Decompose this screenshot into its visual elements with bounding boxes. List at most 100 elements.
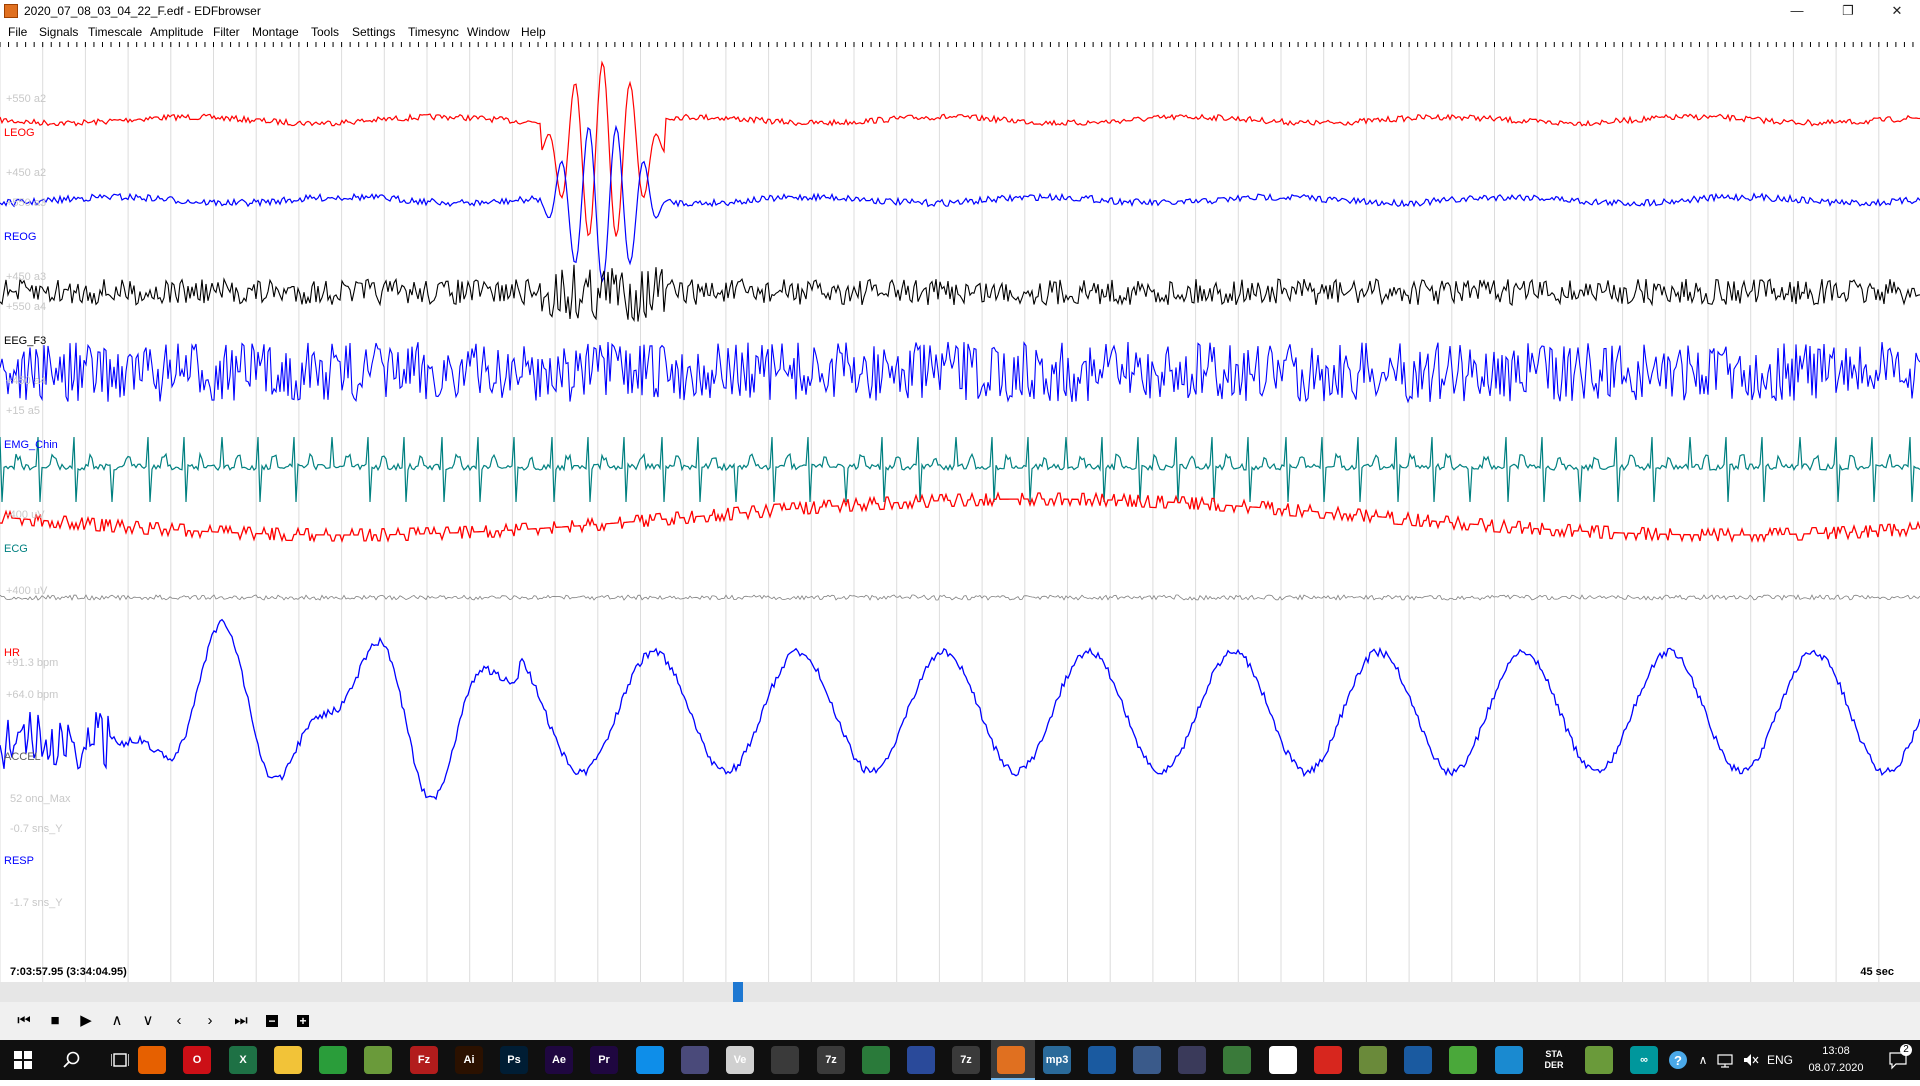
edfbrowser-icon[interactable]	[997, 1046, 1025, 1074]
menu-signals[interactable]: Signals	[39, 25, 78, 39]
time-scrollbar-thumb[interactable]	[733, 982, 743, 1002]
time-scrollbar[interactable]	[0, 982, 1920, 1002]
zoom-in-button[interactable]: +	[291, 1009, 315, 1033]
visual-editor-icon[interactable]: Ve	[726, 1046, 754, 1074]
language-indicator[interactable]: ENG	[1764, 1040, 1796, 1080]
opera-icon[interactable]: O	[183, 1046, 211, 1074]
menu-filter[interactable]: Filter	[213, 25, 240, 39]
menu-tools[interactable]: Tools	[311, 25, 339, 39]
volume-muted-icon[interactable]	[1740, 1040, 1762, 1080]
minimize-button[interactable]: —	[1774, 0, 1820, 22]
signal-label-accel[interactable]: ACCEL	[4, 751, 41, 763]
play-button[interactable]: ▶	[74, 1009, 98, 1033]
7zip-icon[interactable]: 7z	[817, 1046, 845, 1074]
after-effects-icon[interactable]: Ae	[545, 1046, 573, 1074]
time-position: 7:03:57.95 (3:34:04.95)	[10, 966, 127, 978]
close-button[interactable]: ✕	[1874, 0, 1920, 22]
premiere-icon[interactable]: Pr	[590, 1046, 618, 1074]
trace-leog	[0, 60, 1920, 237]
clock-time: 13:08	[1822, 1045, 1850, 1057]
menu-help[interactable]: Help	[521, 25, 546, 39]
menu-window[interactable]: Window	[467, 25, 510, 39]
signal-label-resp[interactable]: RESP	[4, 855, 34, 867]
menu-montage[interactable]: Montage	[252, 25, 299, 39]
amplitude-scale-labels: +550 a2 +450 a2 +550 a3 +450 a3 +550 a4 …	[6, 93, 71, 909]
illustrator-icon[interactable]: Ai	[455, 1046, 483, 1074]
app-icon[interactable]	[771, 1046, 799, 1074]
taskbar-app-glyph: Ve	[733, 1054, 747, 1066]
teamviewer-icon[interactable]	[636, 1046, 664, 1074]
page-back-button[interactable]: ‹	[167, 1009, 191, 1033]
task-view-button[interactable]	[104, 1040, 136, 1080]
notepad-icon[interactable]	[364, 1046, 392, 1074]
menu-file[interactable]: File	[8, 25, 27, 39]
go-to-end-button[interactable]: ⏭	[229, 1009, 253, 1033]
torrent-icon[interactable]	[1449, 1046, 1477, 1074]
help-icon[interactable]: ?	[1664, 1040, 1692, 1080]
scale-label: -400 uV	[6, 509, 45, 521]
caret-down-icon: ∨	[142, 1012, 154, 1029]
signal-plot-area[interactable]: +550 a2 +450 a2 +550 a3 +450 a3 +550 a4 …	[0, 42, 1920, 982]
caret-down-button[interactable]: ∨	[136, 1009, 160, 1033]
signal-label-hr[interactable]: HR	[4, 647, 20, 659]
caret-up-button[interactable]: ∧	[105, 1009, 129, 1033]
trace-emg-chin	[0, 341, 1920, 404]
menu-timesync[interactable]: Timesync	[408, 25, 459, 39]
zoom-out-button[interactable]: −	[260, 1009, 284, 1033]
app-icon[interactable]	[1404, 1046, 1432, 1074]
taskbar-app-glyph: Ai	[463, 1054, 475, 1066]
filezilla-icon[interactable]: Fz	[410, 1046, 438, 1074]
network-tray-icon[interactable]	[1714, 1040, 1736, 1080]
unity-icon[interactable]	[1269, 1046, 1297, 1074]
signal-traces-group	[0, 60, 1920, 801]
menu-bar: File Signals Timescale Amplitude Filter …	[0, 22, 1920, 42]
signal-label-eeg-f3[interactable]: EEG_F3	[4, 335, 46, 347]
clock[interactable]: 13:08 08.07.2020	[1796, 1043, 1876, 1077]
signal-label-emg-chin[interactable]: EMG_Chin	[4, 439, 58, 451]
scale-label: 52 ono_Max	[10, 793, 71, 805]
calculator-icon[interactable]	[1133, 1046, 1161, 1074]
caret-up-icon: ∧	[111, 1012, 123, 1029]
android-icon[interactable]	[1223, 1046, 1251, 1074]
firefox-icon[interactable]	[138, 1046, 166, 1074]
excel-icon[interactable]: X	[229, 1046, 257, 1074]
chrome-icon[interactable]	[319, 1046, 347, 1074]
scale-label: -0.7 sns_Y	[10, 823, 63, 835]
page-back-icon: ‹	[176, 1012, 182, 1029]
stader-icon[interactable]: STA DER	[1540, 1046, 1568, 1074]
app-icon[interactable]	[1495, 1046, 1523, 1074]
menu-timescale[interactable]: Timescale	[88, 25, 142, 39]
scale-label: +15 a5	[6, 405, 40, 417]
network-config-icon[interactable]	[907, 1046, 935, 1074]
menu-amplitude[interactable]: Amplitude	[150, 25, 203, 39]
7zip-icon[interactable]: 7z	[952, 1046, 980, 1074]
notepad-icon[interactable]	[1585, 1046, 1613, 1074]
anydesk-icon[interactable]	[1314, 1046, 1342, 1074]
mp3-icon[interactable]: mp3	[1043, 1046, 1071, 1074]
window-icon[interactable]	[1088, 1046, 1116, 1074]
start-button[interactable]	[0, 1040, 46, 1080]
taskbar-app-glyph: O	[192, 1054, 202, 1066]
taskbar-app-glyph: Fz	[417, 1054, 431, 1066]
file-explorer-icon[interactable]	[274, 1046, 302, 1074]
signal-label-ecg[interactable]: ECG	[4, 543, 28, 555]
page-forward-button[interactable]: ›	[198, 1009, 222, 1033]
taskbar-app-glyph: 7z	[825, 1054, 837, 1066]
stop-button[interactable]: ■	[43, 1009, 67, 1033]
app-icon[interactable]	[1359, 1046, 1387, 1074]
app-icon[interactable]	[681, 1046, 709, 1074]
network-icon[interactable]	[862, 1046, 890, 1074]
menu-settings[interactable]: Settings	[352, 25, 395, 39]
notification-center-button[interactable]: 2	[1880, 1040, 1916, 1080]
trace-resp	[0, 618, 1920, 801]
photoshop-icon[interactable]: Ps	[500, 1046, 528, 1074]
remote-desktop-icon[interactable]	[1178, 1046, 1206, 1074]
show-hidden-icons[interactable]: ∧	[1696, 1040, 1710, 1080]
signal-label-leog[interactable]: LEOG	[4, 127, 35, 139]
search-button[interactable]	[56, 1040, 88, 1080]
arduino-icon[interactable]: ∞	[1630, 1046, 1658, 1074]
title-bar: 2020_07_08_03_04_22_F.edf - EDFbrowser —…	[0, 0, 1920, 22]
signal-label-reog[interactable]: REOG	[4, 231, 36, 243]
maximize-button[interactable]: ❐	[1825, 0, 1871, 22]
go-to-start-button[interactable]: ⏮	[12, 1009, 36, 1033]
